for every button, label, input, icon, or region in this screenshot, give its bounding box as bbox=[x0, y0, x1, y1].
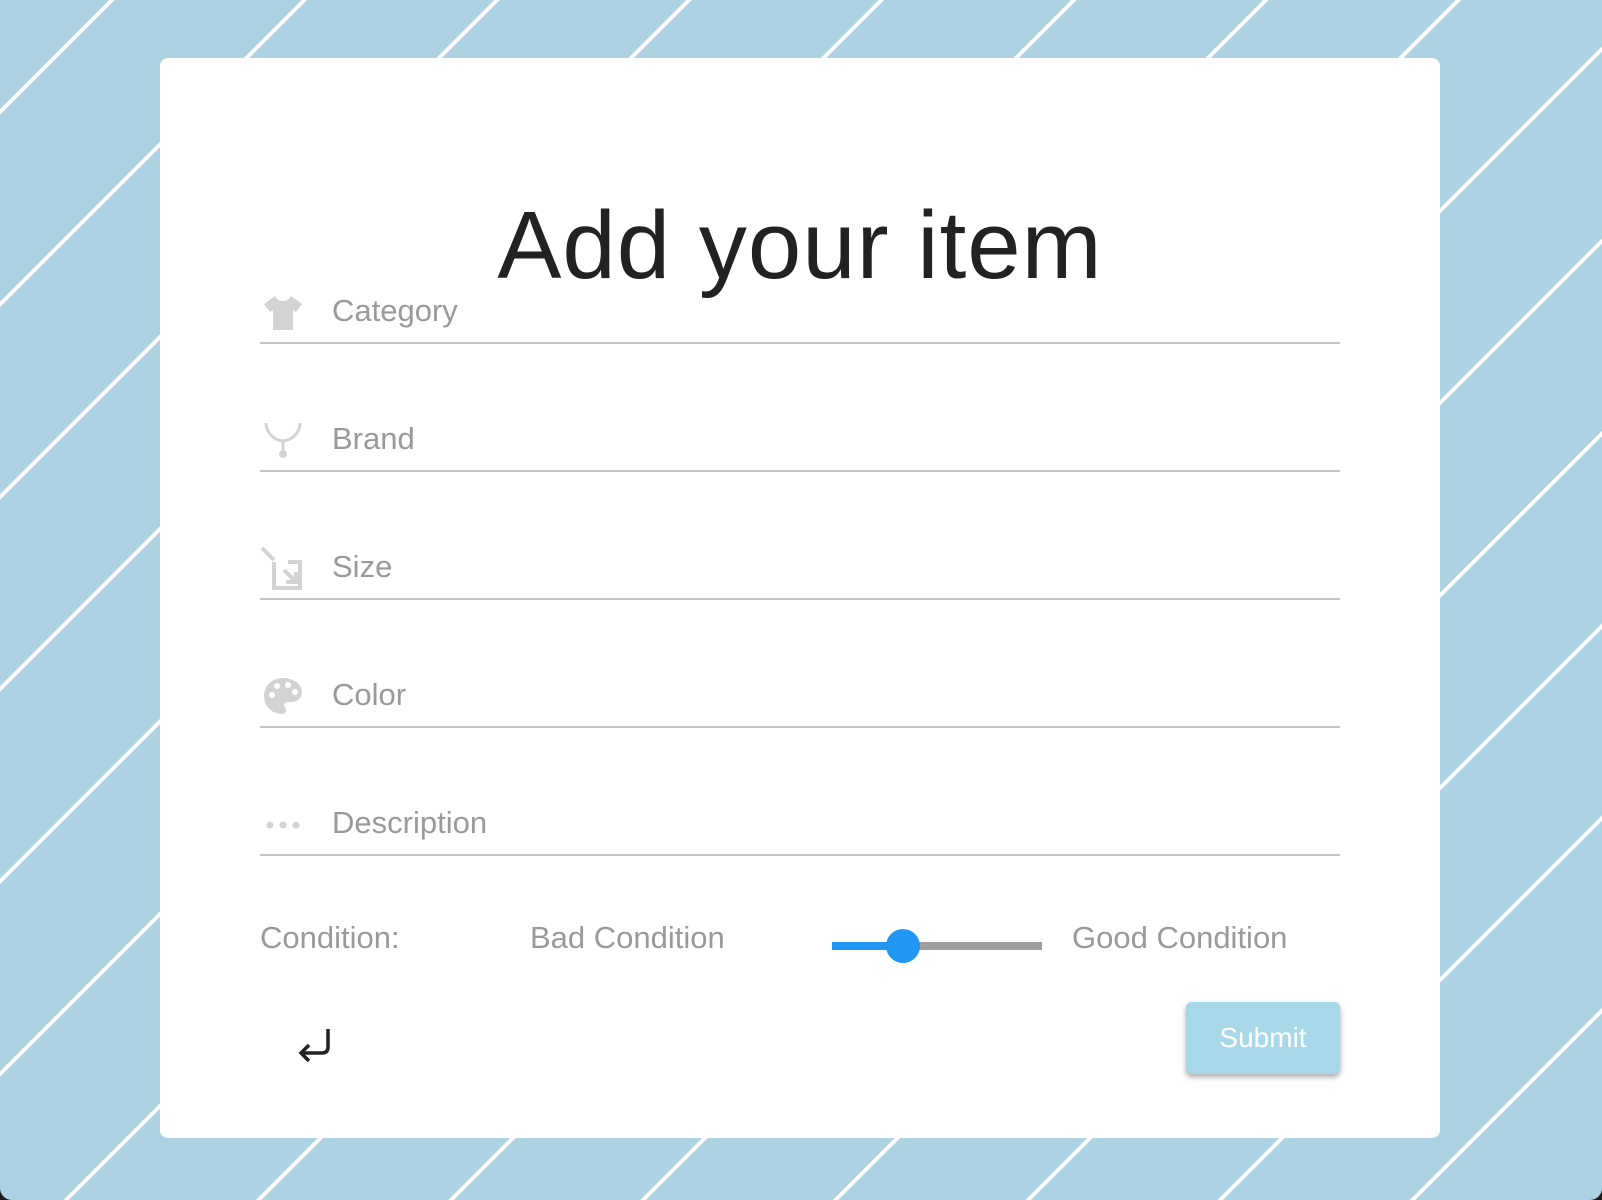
category-field[interactable] bbox=[260, 280, 1340, 344]
condition-label: Condition: bbox=[260, 920, 400, 955]
brand-input[interactable] bbox=[332, 416, 1322, 462]
category-input[interactable] bbox=[332, 288, 1322, 334]
palette-icon bbox=[260, 674, 306, 720]
description-field[interactable] bbox=[260, 792, 1340, 856]
brand-field[interactable] bbox=[260, 408, 1340, 472]
condition-slider[interactable] bbox=[832, 926, 1042, 966]
size-field[interactable] bbox=[260, 536, 1340, 600]
description-input[interactable] bbox=[332, 800, 1322, 846]
bad-condition-label: Bad Condition bbox=[530, 920, 725, 955]
hanger-icon bbox=[260, 418, 306, 464]
back-button[interactable] bbox=[280, 1013, 348, 1081]
color-field[interactable] bbox=[260, 664, 1340, 728]
resize-icon bbox=[260, 546, 306, 592]
return-arrow-icon bbox=[294, 1025, 334, 1070]
color-input[interactable] bbox=[332, 672, 1322, 718]
good-condition-label: Good Condition bbox=[1072, 920, 1288, 955]
tshirt-icon bbox=[260, 290, 306, 336]
add-item-card: Add your item Category Brand Size Color … bbox=[160, 58, 1440, 1138]
condition-row: Condition: Bad Condition Good Condition bbox=[260, 908, 1340, 968]
more-horiz-icon bbox=[260, 802, 306, 848]
submit-button[interactable]: Submit bbox=[1186, 1002, 1340, 1074]
slider-thumb[interactable] bbox=[886, 929, 921, 963]
size-input[interactable] bbox=[332, 544, 1322, 590]
